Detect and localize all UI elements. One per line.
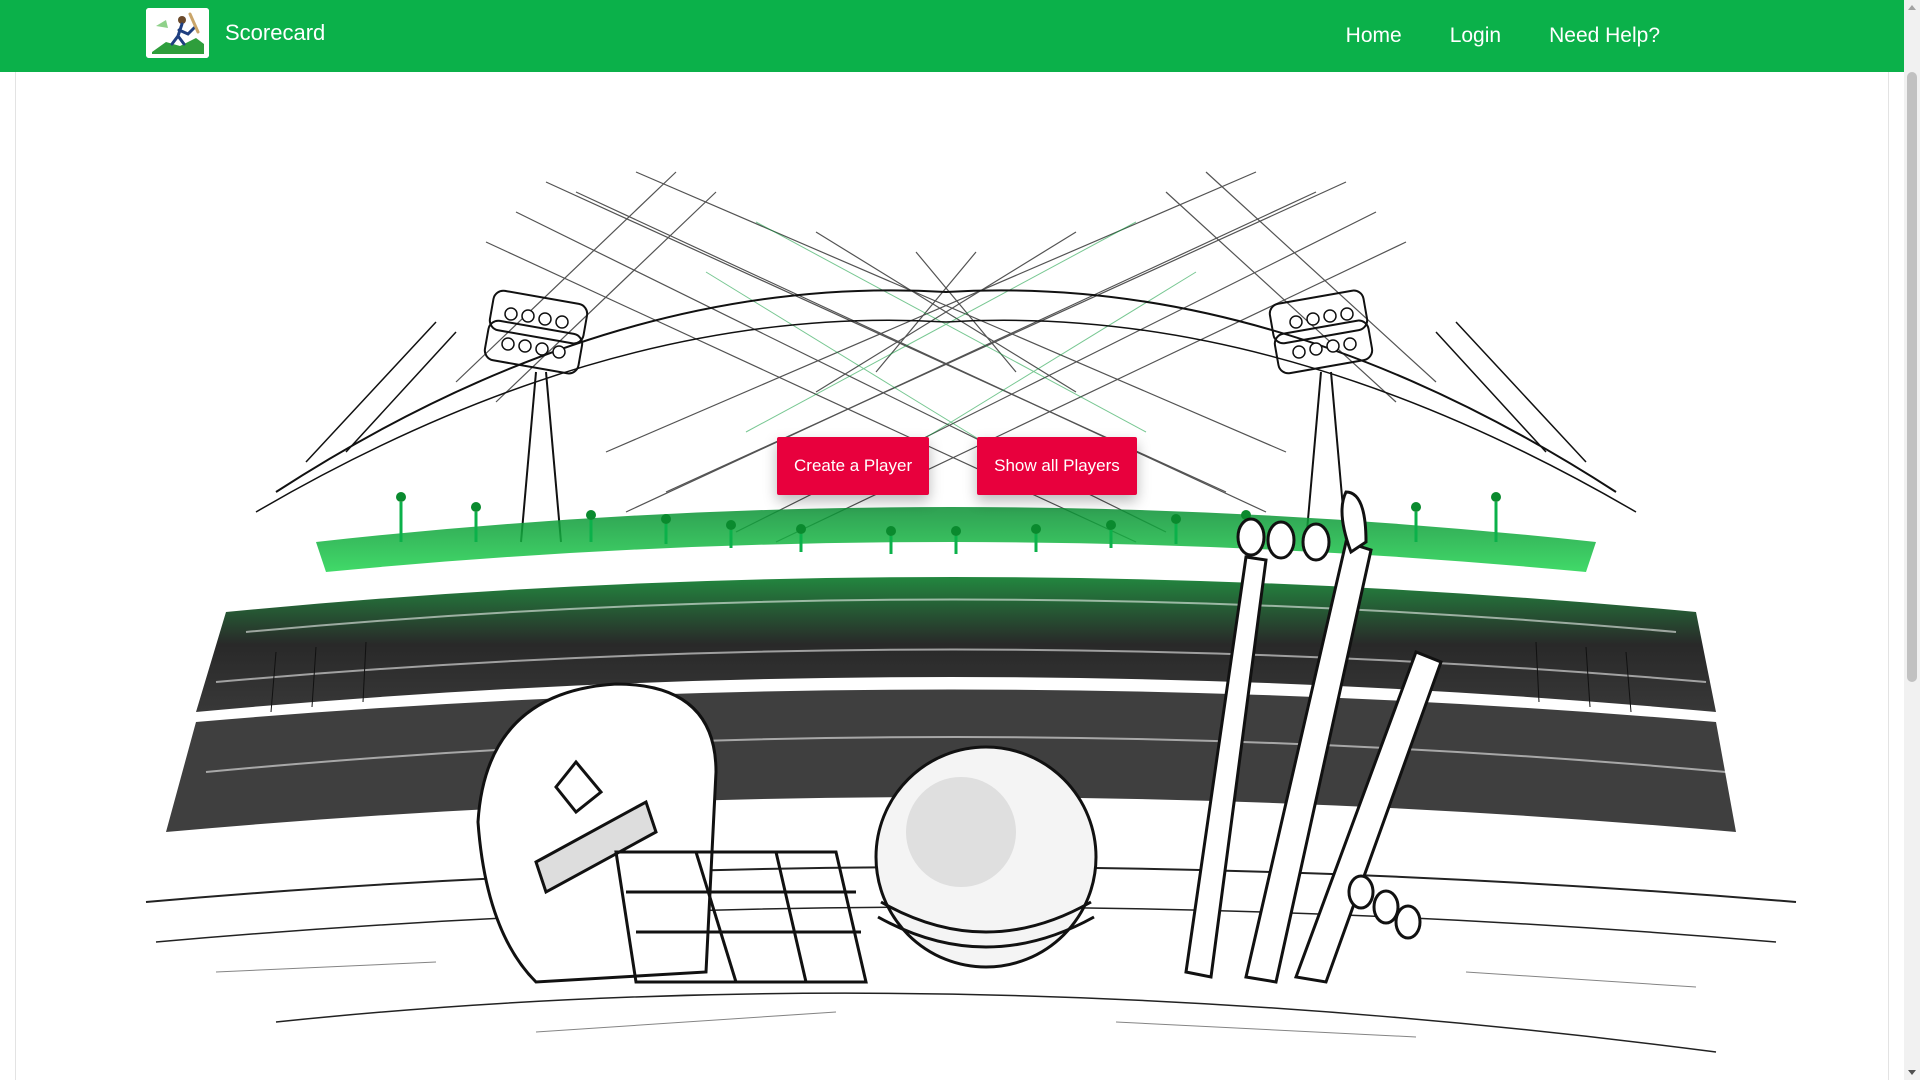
brand-name: Scorecard	[225, 20, 326, 45]
nav-link-home[interactable]: Home	[1346, 24, 1402, 48]
hero-actions: Create a Player Show all Players	[777, 437, 1137, 495]
cricket-stadium-illustration	[145, 171, 1797, 1053]
cricket-ball	[874, 745, 1098, 969]
show-all-players-button[interactable]: Show all Players	[977, 437, 1137, 495]
scroll-down-icon[interactable]	[1908, 1070, 1916, 1075]
vertical-scrollbar[interactable]	[1904, 0, 1920, 1080]
page: Scorecard Home Login Need Help? Create a…	[0, 0, 1920, 1080]
stumps	[1184, 490, 1443, 984]
scroll-thumb[interactable]	[1907, 72, 1917, 682]
nav-link-help[interactable]: Need Help?	[1549, 24, 1660, 48]
main-content: Create a Player Show all Players	[15, 72, 1889, 1080]
navbar: Scorecard Home Login Need Help?	[0, 0, 1904, 72]
hero-section: Create a Player Show all Players	[16, 72, 1888, 1080]
cricket-logo-icon	[146, 8, 209, 58]
nav-links: Home Login Need Help?	[1346, 0, 1660, 72]
scroll-up-icon[interactable]	[1908, 5, 1916, 10]
brand-link[interactable]: Scorecard	[146, 8, 325, 58]
create-player-button[interactable]: Create a Player	[777, 437, 930, 495]
nav-link-login[interactable]: Login	[1450, 24, 1501, 48]
